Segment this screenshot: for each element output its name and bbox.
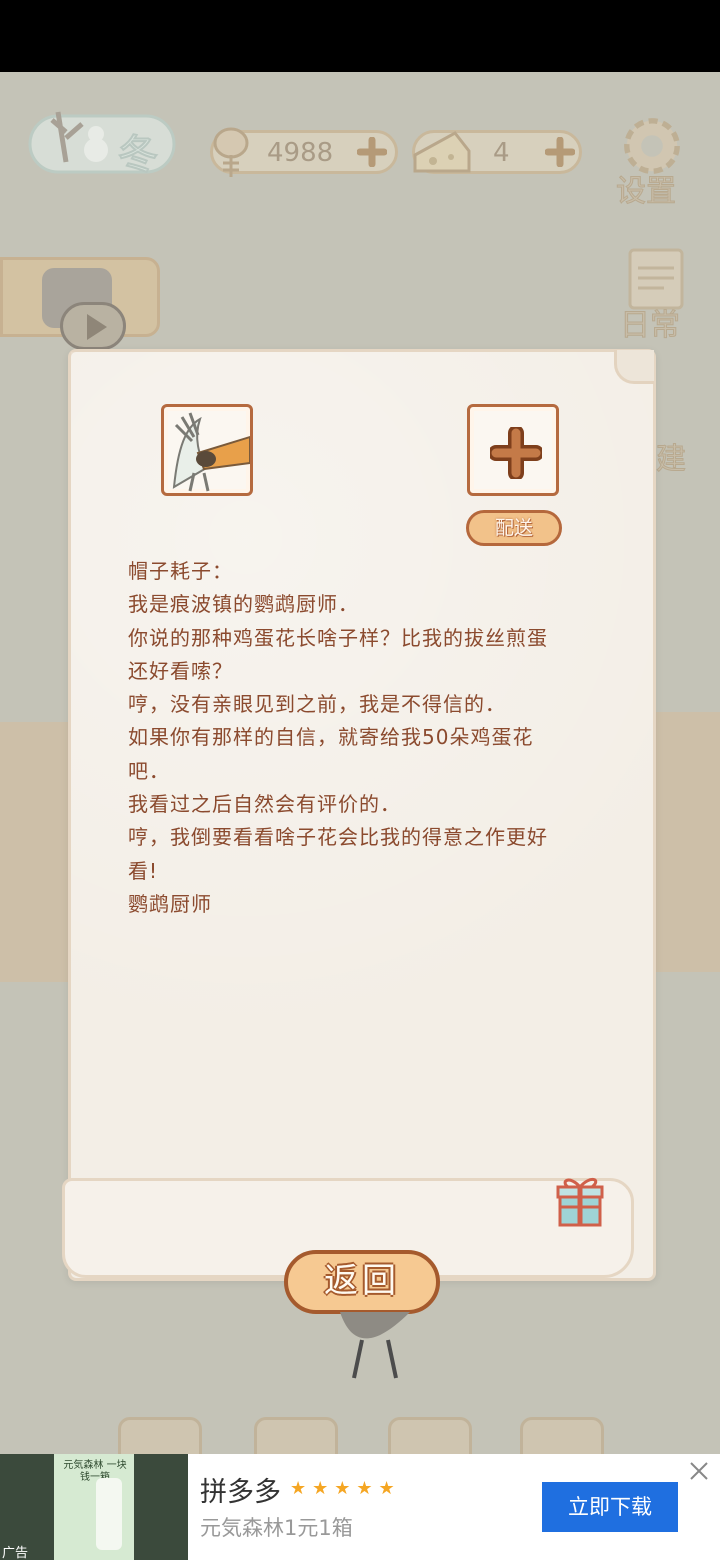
letter-line: 还好看嗦？ — [128, 658, 233, 683]
back-button[interactable]: 返回 — [284, 1250, 440, 1314]
video-play-button[interactable] — [60, 302, 126, 350]
background-house-left — [0, 722, 70, 982]
item-add-slot[interactable] — [467, 404, 559, 496]
fish-bone-icon — [213, 127, 249, 177]
cheese-icon — [413, 131, 471, 173]
letter-body: 帽子耗子： 我是痕波镇的鹦鹉厨师． 你说的那种鸡蛋花长啥子样？比我的拔丝煎蛋 还… — [128, 555, 608, 921]
cheese-counter[interactable]: 4 — [412, 130, 582, 174]
letter-line: 哼，没有亲眼见到之前，我是不得信的． — [128, 692, 506, 717]
ad-product-bottle — [96, 1478, 122, 1550]
letter-corner-curl — [614, 350, 654, 384]
letter-line: 如果你有那样的自信，就寄给我50朵鸡蛋花 — [128, 725, 534, 750]
cheese-count: 4 — [493, 138, 510, 168]
fish-count: 4988 — [267, 138, 334, 168]
bottom-nav-item-3[interactable] — [388, 1417, 472, 1454]
ad-title: 拼多多 — [200, 1477, 281, 1508]
ad-subtitle: 元気森林1元1箱 — [200, 1516, 353, 1540]
gift-icon[interactable] — [550, 1173, 606, 1227]
play-icon — [87, 314, 107, 340]
letter-line: 吧． — [128, 758, 170, 783]
letter-line: 帽子耗子： — [128, 559, 233, 583]
letter-line: 我是痕波镇的鹦鹉厨师． — [128, 592, 359, 617]
letter-line: 哼，我倒要看看啥子花会比我的得意之作更好 — [128, 825, 548, 850]
ad-image[interactable]: 元気森林 一块钱一箱 广告 — [0, 1454, 188, 1560]
deliver-button[interactable]: 配送 — [466, 510, 562, 546]
plus-icon — [490, 427, 542, 479]
background-house-right — [650, 712, 720, 972]
build-label: 建 — [656, 442, 687, 478]
fish-counter[interactable]: 4988 — [210, 127, 398, 177]
parrot-chef-avatar-icon — [172, 412, 250, 492]
close-icon[interactable] — [688, 1460, 710, 1482]
bottom-nav-item-1[interactable] — [118, 1417, 202, 1454]
letter-line: 看! — [128, 858, 159, 883]
bottom-nav-item-2[interactable] — [254, 1417, 338, 1454]
ad-download-button[interactable]: 立即下载 — [542, 1482, 678, 1532]
add-cheese-plus-icon[interactable] — [545, 137, 575, 167]
daily-button[interactable]: 日常 — [612, 244, 696, 344]
daily-label: 日常 — [620, 308, 681, 344]
bottom-nav-item-4[interactable] — [520, 1417, 604, 1454]
ad-banner[interactable]: 元気森林 一块钱一箱 广告 拼多多 ★★★★★ 元気森林1元1箱 立即下载 — [0, 1454, 720, 1560]
ad-tag: 广告 — [2, 1546, 29, 1560]
status-bar — [0, 0, 720, 72]
sender-portrait-slot — [161, 404, 253, 496]
letter-line: 我看过之后自然会有评价的． — [128, 792, 401, 817]
settings-label: 设置 — [616, 174, 677, 210]
ad-rating-stars: ★★★★★ — [290, 1478, 401, 1499]
letter-line: 你说的那种鸡蛋花长啥子样？比我的拔丝煎蛋 — [128, 625, 548, 650]
letter-signature: 鹦鹉厨师 — [128, 891, 212, 916]
season-label: 冬 — [117, 131, 159, 179]
bird-legs-decoration — [340, 1312, 410, 1379]
add-fish-plus-icon[interactable] — [357, 137, 387, 167]
settings-button[interactable]: 设置 — [612, 110, 692, 210]
